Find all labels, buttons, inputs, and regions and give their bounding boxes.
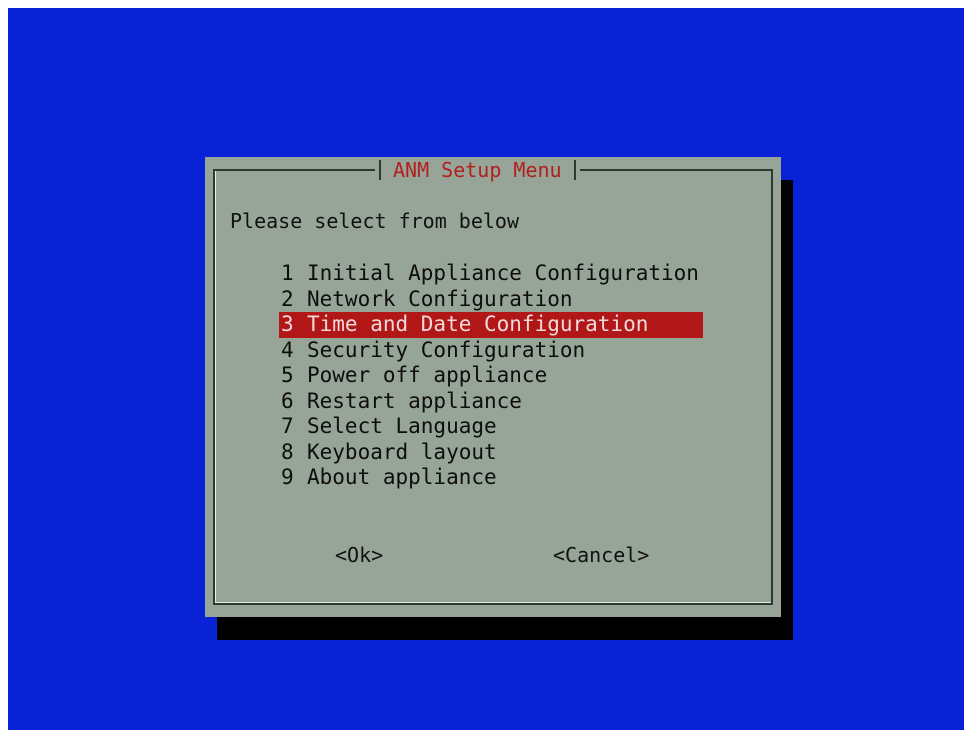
menu-item-label: Time and Date Configuration [307,312,649,337]
menu-item-power-off[interactable]: 5 Power off appliance [279,363,703,389]
menu-list: 1 Initial Appliance Configuration 2 Networ… [279,261,703,491]
menu-item-number: 9 [281,465,294,490]
menu-item-label: Security Configuration [307,337,586,362]
menu-item-security-configuration[interactable]: 4 Security Configuration [279,338,703,364]
menu-item-number: 1 [281,261,294,286]
dialog-prompt: Please select from below [230,209,519,233]
menu-item-label: Select Language [307,414,497,439]
menu-item-label: Keyboard layout [307,439,497,464]
dialog-title: ANM Setup Menu [393,158,562,182]
setup-dialog: ANM Setup Menu Please select from below … [205,157,781,617]
menu-item-initial-configuration[interactable]: 1 Initial Appliance Configuration [279,261,703,287]
menu-item-number: 3 [281,312,294,337]
menu-item-label: About appliance [307,465,497,490]
menu-item-about[interactable]: 9 About appliance [279,465,703,491]
menu-item-number: 4 [281,337,294,362]
menu-item-time-date-configuration[interactable]: 3 Time and Date Configuration [279,312,703,338]
menu-item-restart[interactable]: 6 Restart appliance [279,389,703,415]
menu-item-network-configuration[interactable]: 2 Network Configuration [279,287,703,313]
title-right-tick [573,160,576,180]
cancel-button[interactable]: <Cancel> [553,543,649,567]
menu-item-label: Restart appliance [307,388,522,413]
menu-item-number: 2 [281,286,294,311]
terminal-screen: ANM Setup Menu Please select from below … [8,8,964,730]
menu-item-label: Power off appliance [307,363,548,388]
menu-item-number: 6 [281,388,294,413]
menu-item-number: 8 [281,439,294,464]
menu-item-label: Network Configuration [307,286,573,311]
menu-item-number: 7 [281,414,294,439]
menu-item-select-language[interactable]: 7 Select Language [279,414,703,440]
menu-item-number: 5 [281,363,294,388]
dialog-title-bar: ANM Setup Menu [375,157,580,183]
menu-item-keyboard-layout[interactable]: 8 Keyboard layout [279,440,703,466]
menu-item-label: Initial Appliance Configuration [307,261,699,286]
ok-button[interactable]: <Ok> [335,543,383,567]
